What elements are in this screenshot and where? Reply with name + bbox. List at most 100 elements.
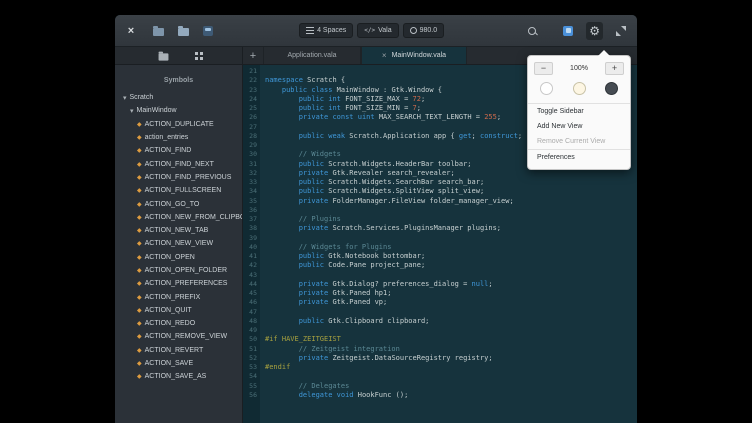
zoom-in-button[interactable]: + bbox=[605, 62, 624, 75]
app-menu-button[interactable]: ⚙ bbox=[586, 22, 603, 40]
style-dark-button[interactable] bbox=[605, 82, 618, 95]
tree-symbol-ACTION_FIND_NEXT[interactable]: ◆ACTION_FIND_NEXT bbox=[115, 157, 242, 170]
line-number: 46 bbox=[243, 298, 257, 307]
header-left-group: × bbox=[124, 22, 215, 40]
code-line: #if HAVE_ZEITGEIST bbox=[265, 335, 637, 344]
app-menu-popover: − 100% + Toggle Sidebar Add New View Rem… bbox=[527, 55, 631, 170]
tree-item-label: ACTION_REDO bbox=[145, 320, 196, 327]
tree-symbol-ACTION_PREFERENCES[interactable]: ◆ACTION_PREFERENCES bbox=[115, 277, 242, 290]
tree-symbol-ACTION_DUPLICATE[interactable]: ◆ACTION_DUPLICATE bbox=[115, 118, 242, 131]
line-number: 40 bbox=[243, 243, 257, 252]
line-number: 54 bbox=[243, 372, 257, 381]
search-button[interactable] bbox=[528, 22, 550, 40]
line-number: 55 bbox=[243, 382, 257, 391]
symbols-view-button[interactable] bbox=[191, 49, 199, 63]
tree-symbol-ACTION_REDO[interactable]: ◆ACTION_REDO bbox=[115, 317, 242, 330]
symbol-diamond-icon: ◆ bbox=[137, 201, 142, 208]
code-line: // Widgets for Plugins bbox=[265, 243, 637, 252]
templates-button[interactable] bbox=[176, 22, 190, 40]
tree-item-label: ACTION_GO_TO bbox=[145, 201, 200, 208]
symbols-tree: ▾Scratch▾MainWindow◆ACTION_DUPLICATE◆act… bbox=[115, 91, 242, 384]
expand-icon bbox=[616, 26, 626, 36]
tree-item-label: ACTION_FIND_PREVIOUS bbox=[145, 174, 232, 181]
screen: × 4 Spaces </> Vala bbox=[0, 0, 752, 423]
share-icon bbox=[563, 26, 573, 36]
symbol-diamond-icon: ◆ bbox=[137, 147, 142, 154]
tree-symbol-ACTION_PREFIX[interactable]: ◆ACTION_PREFIX bbox=[115, 290, 242, 303]
line-number: 21 bbox=[243, 67, 257, 76]
goto-line-button[interactable]: 980.0 bbox=[403, 23, 445, 38]
code-line bbox=[265, 234, 637, 243]
tree-item-label: ACTION_REMOVE_VIEW bbox=[145, 333, 227, 340]
line-number: 34 bbox=[243, 187, 257, 196]
line-number: 36 bbox=[243, 206, 257, 215]
tree-symbol-ACTION_SAVE_AS[interactable]: ◆ACTION_SAVE_AS bbox=[115, 370, 242, 383]
code-line bbox=[265, 326, 637, 335]
symbols-sidebar: Symbols ▾Scratch▾MainWindow◆ACTION_DUPLI… bbox=[115, 65, 243, 423]
tab-close-button[interactable]: × bbox=[382, 52, 387, 60]
symbol-diamond-icon: ◆ bbox=[137, 227, 142, 234]
line-number: 35 bbox=[243, 197, 257, 206]
new-tab-button[interactable]: + bbox=[243, 47, 263, 64]
open-file-button[interactable] bbox=[151, 22, 165, 40]
chevron-down-icon: ▾ bbox=[123, 94, 127, 102]
symbol-diamond-icon: ◆ bbox=[137, 254, 142, 261]
tree-item-label: ACTION_FIND bbox=[145, 147, 192, 154]
line-number-gutter: 2122232425262728293031323334353637383940… bbox=[243, 65, 260, 423]
symbol-diamond-icon: ◆ bbox=[137, 121, 142, 128]
files-view-button[interactable] bbox=[158, 49, 169, 63]
tree-item-label: ACTION_FIND_NEXT bbox=[145, 161, 214, 168]
code-line: // Zeitgeist integration bbox=[265, 345, 637, 354]
symbol-diamond-icon: ◆ bbox=[137, 187, 142, 194]
style-solarized-button[interactable] bbox=[573, 82, 586, 95]
tree-item-label: ACTION_PREFIX bbox=[145, 294, 201, 301]
tree-symbol-ACTION_GO_TO[interactable]: ◆ACTION_GO_TO bbox=[115, 197, 242, 210]
tree-symbol-ACTION_NEW_TAB[interactable]: ◆ACTION_NEW_TAB bbox=[115, 224, 242, 237]
menu-item-preferences[interactable]: Preferences bbox=[528, 150, 630, 165]
tree-symbol-ACTION_SAVE[interactable]: ◆ACTION_SAVE bbox=[115, 357, 242, 370]
tree-symbol-ACTION_FULLSCREEN[interactable]: ◆ACTION_FULLSCREEN bbox=[115, 184, 242, 197]
tree-symbol-ACTION_FIND[interactable]: ◆ACTION_FIND bbox=[115, 144, 242, 157]
language-button[interactable]: </> Vala bbox=[357, 23, 398, 38]
zoom-out-button[interactable]: − bbox=[534, 62, 553, 75]
line-number: 49 bbox=[243, 326, 257, 335]
tree-expander-MainWindow[interactable]: ▾MainWindow bbox=[115, 104, 242, 117]
tree-symbol-ACTION_NEW_FROM_CLIPBOARD[interactable]: ◆ACTION_NEW_FROM_CLIPBOARD bbox=[115, 211, 242, 224]
symbol-diamond-icon: ◆ bbox=[137, 333, 142, 340]
code-line: public Gtk.Notebook bottombar; bbox=[265, 252, 637, 261]
tree-symbol-ACTION_OPEN[interactable]: ◆ACTION_OPEN bbox=[115, 251, 242, 264]
code-line bbox=[265, 372, 637, 381]
tab-width-button[interactable]: 4 Spaces bbox=[299, 23, 353, 38]
symbol-diamond-icon: ◆ bbox=[137, 214, 142, 221]
symbol-diamond-icon: ◆ bbox=[137, 347, 142, 354]
tree-symbol-ACTION_QUIT[interactable]: ◆ACTION_QUIT bbox=[115, 304, 242, 317]
tree-symbol-action_entries[interactable]: ◆action_entries bbox=[115, 131, 242, 144]
tab-application-vala[interactable]: Application.vala bbox=[263, 47, 361, 64]
tree-symbol-ACTION_NEW_VIEW[interactable]: ◆ACTION_NEW_VIEW bbox=[115, 237, 242, 250]
symbol-diamond-icon: ◆ bbox=[137, 240, 142, 247]
tree-item-label: ACTION_PREFERENCES bbox=[145, 280, 228, 287]
tree-expander-Scratch[interactable]: ▾Scratch bbox=[115, 91, 242, 104]
tree-item-label: ACTION_NEW_TAB bbox=[145, 227, 209, 234]
goto-icon bbox=[410, 27, 417, 34]
tab-mainwindow-vala[interactable]: × MainWindow.vala bbox=[361, 47, 467, 64]
folder-icon bbox=[159, 53, 169, 60]
menu-item-add-new-view[interactable]: Add New View bbox=[528, 119, 630, 134]
fullscreen-button[interactable] bbox=[614, 22, 628, 40]
chevron-down-icon: ▾ bbox=[130, 107, 134, 115]
tree-item-label: ACTION_DUPLICATE bbox=[145, 121, 214, 128]
style-light-button[interactable] bbox=[540, 82, 553, 95]
tree-item-label: action_entries bbox=[145, 134, 189, 141]
menu-item-toggle-sidebar[interactable]: Toggle Sidebar bbox=[528, 104, 630, 119]
symbol-diamond-icon: ◆ bbox=[137, 307, 142, 314]
tree-symbol-ACTION_OPEN_FOLDER[interactable]: ◆ACTION_OPEN_FOLDER bbox=[115, 264, 242, 277]
share-button[interactable] bbox=[561, 22, 575, 40]
tree-symbol-ACTION_REMOVE_VIEW[interactable]: ◆ACTION_REMOVE_VIEW bbox=[115, 330, 242, 343]
line-number: 44 bbox=[243, 280, 257, 289]
tab-width-label: 4 Spaces bbox=[317, 27, 346, 34]
tree-symbol-ACTION_FIND_PREVIOUS[interactable]: ◆ACTION_FIND_PREVIOUS bbox=[115, 171, 242, 184]
tree-symbol-ACTION_REVERT[interactable]: ◆ACTION_REVERT bbox=[115, 344, 242, 357]
close-window-button[interactable]: × bbox=[124, 22, 138, 40]
zoom-value: 100% bbox=[570, 65, 588, 72]
save-button[interactable] bbox=[201, 22, 215, 40]
